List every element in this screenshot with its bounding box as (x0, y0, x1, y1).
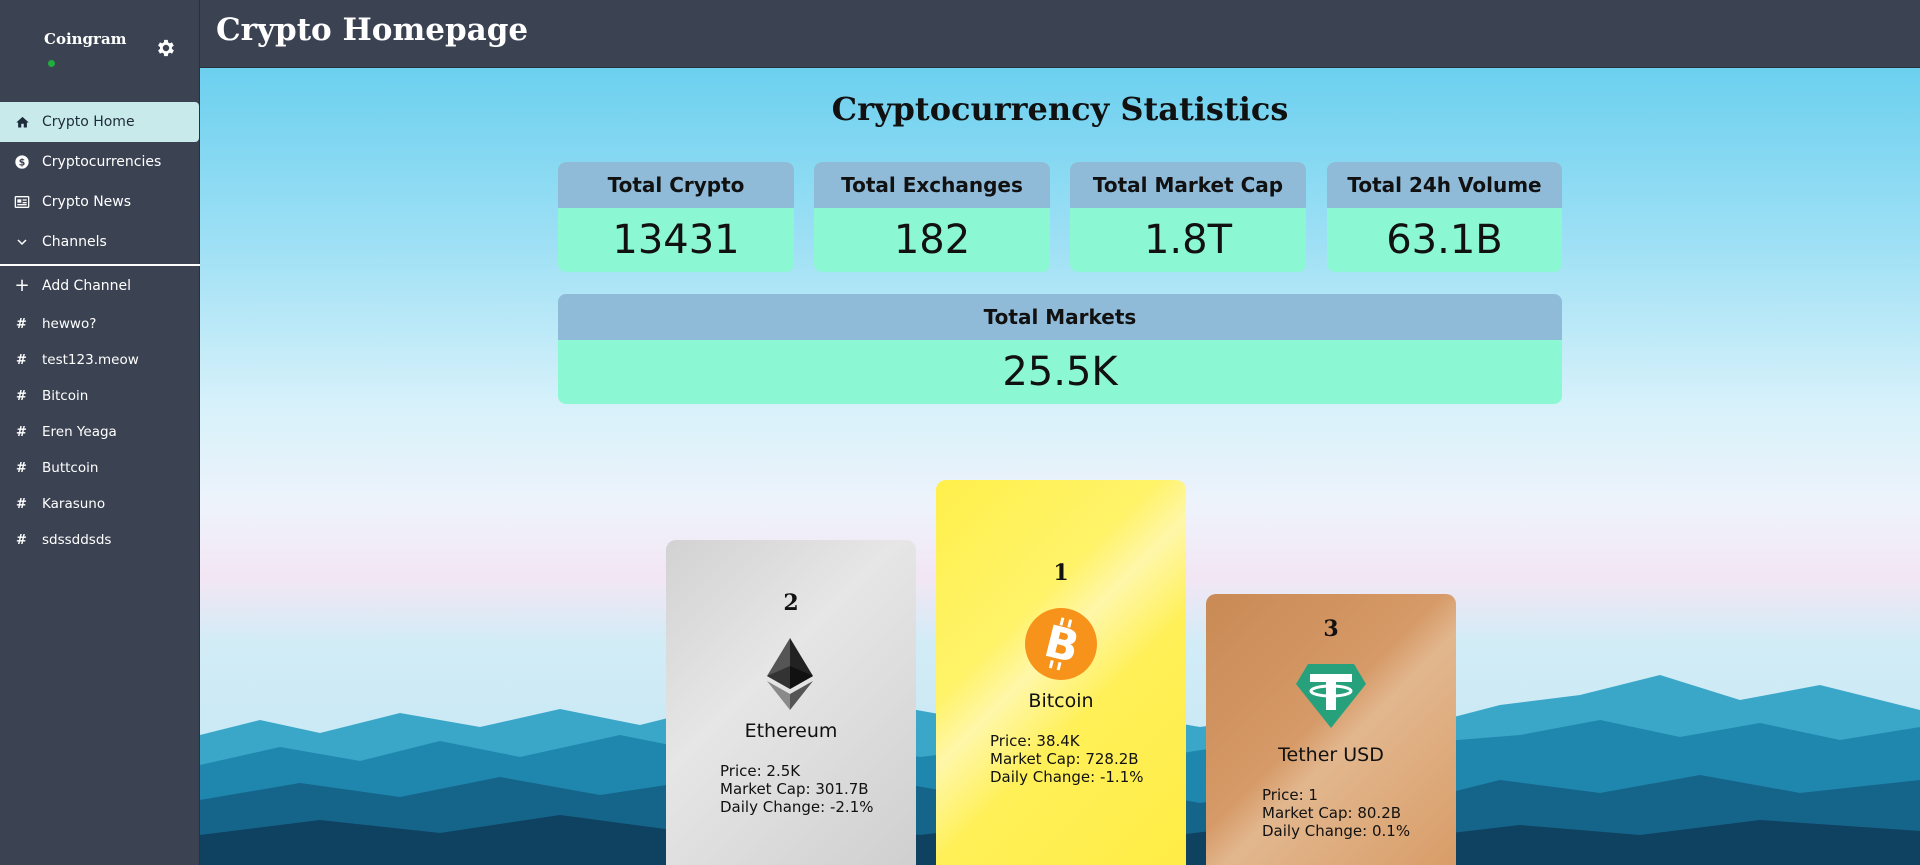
podium-first-bitcoin[interactable]: 1 B Bitcoin Price: 38.4K Market Cap: 728… (936, 480, 1186, 865)
stat-value: 1.8T (1143, 217, 1233, 263)
stat-label: Total Crypto (558, 162, 794, 208)
svg-text:$: $ (19, 157, 26, 168)
hash-icon: # (16, 460, 27, 476)
channel-item[interactable]: # Bitcoin (0, 378, 200, 414)
channel-item[interactable]: # test123.meow (0, 342, 200, 378)
coin-price: Price: 1 (1262, 786, 1318, 804)
stat-value: 13431 (612, 217, 740, 263)
hash-icon: # (16, 424, 27, 440)
sidebar-item-crypto-home[interactable]: Crypto Home (0, 102, 199, 142)
sidebar-item-cryptocurrencies[interactable]: $ Cryptocurrencies (0, 142, 200, 182)
rank-number: 2 (783, 590, 799, 616)
online-status-dot (48, 60, 55, 67)
stat-label: Total 24h Volume (1327, 162, 1562, 208)
channel-item[interactable]: # Karasuno (0, 486, 200, 522)
sidebar-item-label: Cryptocurrencies (42, 154, 162, 170)
sidebar-item-channels[interactable]: Channels (0, 222, 200, 262)
channel-item[interactable]: # sdssddsds (0, 522, 200, 558)
page-title: Crypto Homepage (216, 12, 529, 48)
hash-icon: # (16, 316, 27, 332)
rank-number: 3 (1323, 616, 1339, 642)
coin-price: Price: 38.4K (990, 732, 1080, 750)
plus-icon: + (14, 275, 30, 296)
stat-card-total-markets: Total Markets 25.5K (558, 294, 1562, 404)
tether-icon (1296, 664, 1366, 728)
channel-label: Buttcoin (42, 460, 99, 476)
stat-value: 63.1B (1386, 217, 1503, 263)
dollar-icon: $ (14, 154, 30, 170)
coin-market-cap: Market Cap: 301.7B (720, 780, 869, 798)
header-bar: Crypto Homepage (200, 0, 1920, 68)
hash-icon: # (16, 352, 27, 368)
stat-label: Total Exchanges (814, 162, 1050, 208)
hash-icon: # (16, 388, 27, 404)
hash-icon: # (16, 496, 27, 512)
coin-market-cap: Market Cap: 80.2B (1262, 804, 1402, 822)
sidebar-item-label: Channels (42, 234, 107, 250)
channel-item[interactable]: # hewwo? (0, 306, 200, 342)
stat-label: Total Market Cap (1070, 162, 1306, 208)
sidebar-item-label: Crypto News (42, 194, 132, 210)
stat-card-total-crypto: Total Crypto 13431 (558, 162, 794, 272)
sidebar-nav: Crypto Home $ Cryptocurrencies Crypto Ne… (0, 102, 200, 558)
coin-stats: Price: 1 Market Cap: 80.2B Daily Change:… (1262, 786, 1410, 840)
coin-price: Price: 2.5K (720, 762, 801, 780)
stat-card-total-24h-volume: Total 24h Volume 63.1B (1327, 162, 1562, 272)
news-icon (14, 194, 30, 210)
chevron-down-icon (14, 234, 30, 250)
rank-number: 1 (1053, 560, 1069, 586)
sidebar-item-crypto-news[interactable]: Crypto News (0, 182, 200, 222)
podium-third-tether[interactable]: 3 Tether USD Price: 1 Market Cap: 80.2B … (1206, 594, 1456, 865)
channel-label: test123.meow (42, 352, 139, 368)
coin-daily-change: Daily Change: -2.1% (720, 798, 874, 816)
channel-label: Bitcoin (42, 388, 89, 404)
channel-label: sdssddsds (42, 532, 112, 548)
channel-item[interactable]: # Buttcoin (0, 450, 200, 486)
coin-daily-change: Daily Change: 0.1% (1262, 822, 1411, 840)
channel-label: Karasuno (42, 496, 106, 512)
coin-name: Bitcoin (1028, 690, 1094, 712)
stat-value: 25.5K (1002, 349, 1118, 395)
ethereum-icon (767, 638, 813, 710)
stats-title: Cryptocurrency Statistics (831, 90, 1289, 128)
add-channel-label: Add Channel (42, 278, 132, 294)
brand-name: Coingram (44, 30, 127, 48)
coin-market-cap: Market Cap: 728.2B (990, 750, 1139, 768)
stat-value: 182 (893, 217, 971, 263)
channel-label: Eren Yeaga (42, 424, 117, 440)
bitcoin-icon: B (1025, 608, 1097, 680)
podium-second-ethereum[interactable]: 2 Ethereum Price: 2.5K Market Cap: 301.7… (666, 540, 916, 865)
coin-stats: Price: 2.5K Market Cap: 301.7B Daily Cha… (720, 762, 874, 816)
gear-icon[interactable] (155, 37, 177, 59)
home-icon (14, 114, 30, 130)
sidebar: Coingram Crypto Home $ Cryptocurrencies … (0, 0, 200, 865)
channel-label: hewwo? (42, 316, 97, 332)
stat-card-total-market-cap: Total Market Cap 1.8T (1070, 162, 1306, 272)
coin-daily-change: Daily Change: -1.1% (990, 768, 1144, 786)
stat-label: Total Markets (558, 294, 1562, 340)
coin-stats: Price: 38.4K Market Cap: 728.2B Daily Ch… (990, 732, 1144, 786)
stat-card-total-exchanges: Total Exchanges 182 (814, 162, 1050, 272)
coin-name: Ethereum (744, 720, 838, 742)
channel-item[interactable]: # Eren Yeaga (0, 414, 200, 450)
sidebar-item-label: Crypto Home (42, 114, 135, 130)
coin-name: Tether USD (1278, 744, 1384, 766)
add-channel-button[interactable]: + Add Channel (0, 266, 200, 306)
main-content: Cryptocurrency Statistics Total Crypto 1… (200, 68, 1920, 865)
hash-icon: # (16, 532, 27, 548)
